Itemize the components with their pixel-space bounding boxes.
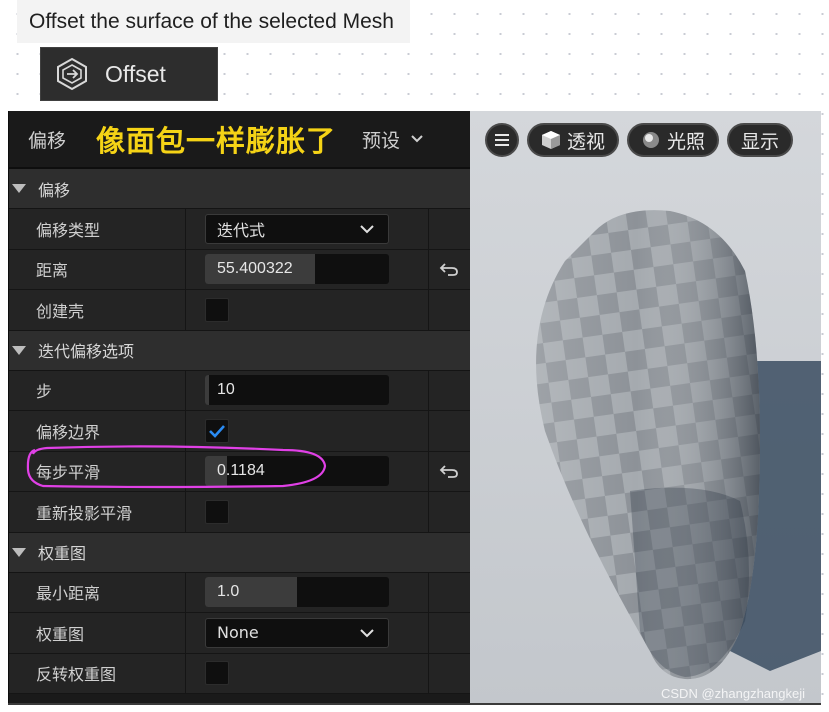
viewport-toolbar: 透视 光照 显示 <box>485 123 794 157</box>
section-weight-map[interactable]: 权重图 <box>9 532 470 573</box>
collapse-triangle-icon[interactable] <box>12 345 26 355</box>
dropdown-value: 迭代式 <box>217 220 266 240</box>
row-distance: 距离 55.400322 <box>9 249 470 290</box>
property-label: 偏移类型 <box>9 209 186 249</box>
section-label: 偏移 <box>38 180 71 200</box>
tooltip-text: Offset the surface of the selected Mesh <box>29 9 394 33</box>
reproject-smooth-checkbox[interactable] <box>205 499 229 524</box>
invert-weight-map-checkbox[interactable] <box>205 661 229 686</box>
viewport-menu-button[interactable] <box>485 123 519 157</box>
property-label: 距离 <box>9 249 186 289</box>
panel-header: 偏移 像面包一样膨胀了 预设 <box>9 111 470 169</box>
perspective-label: 透视 <box>567 130 606 153</box>
watermark: CSDN @zhangzhangkeji <box>661 686 805 701</box>
properties-panel: 偏移 像面包一样膨胀了 预设 偏移 偏移类型 迭代式 距离 55.400322 <box>8 111 470 704</box>
row-weight-map: 权重图 None <box>9 613 470 654</box>
row-create-shell: 创建壳 <box>9 290 470 331</box>
reset-arrow-icon[interactable] <box>439 261 459 277</box>
offset-tool-label: Offset <box>105 60 166 87</box>
checkmark-icon <box>209 424 225 438</box>
property-label: 重新投影平滑 <box>9 492 186 532</box>
chevron-down-icon[interactable] <box>410 132 424 146</box>
property-label: 权重图 <box>9 613 186 653</box>
offset-tool-icon <box>57 57 87 91</box>
row-reproject-smooth: 重新投影平滑 <box>9 492 470 533</box>
property-label: 偏移边界 <box>9 411 186 451</box>
hamburger-icon <box>495 134 509 146</box>
row-offset-type: 偏移类型 迭代式 <box>9 209 470 250</box>
input-value: 10 <box>217 381 235 399</box>
property-label: 反转权重图 <box>9 653 186 693</box>
input-value: 0.1184 <box>217 462 265 480</box>
collapse-triangle-icon[interactable] <box>12 184 26 193</box>
create-shell-checkbox[interactable] <box>205 297 229 322</box>
show-label: 显示 <box>741 130 780 153</box>
offset-type-dropdown[interactable]: 迭代式 <box>205 213 389 244</box>
chevron-down-icon <box>360 629 374 638</box>
property-label: 创建壳 <box>9 290 186 330</box>
viewport-scene <box>470 111 821 704</box>
row-min-distance: 最小距离 1.0 <box>9 572 470 613</box>
row-invert-weight-map: 反转权重图 <box>9 653 470 694</box>
lighting-button[interactable]: 光照 <box>627 123 720 157</box>
input-value: 55.400322 <box>217 260 293 278</box>
steps-input[interactable]: 10 <box>205 375 389 406</box>
tool-tooltip: Offset the surface of the selected Mesh <box>17 0 410 43</box>
perspective-button[interactable]: 透视 <box>527 123 620 157</box>
chevron-down-icon <box>360 225 374 234</box>
reset-arrow-icon[interactable] <box>439 463 459 479</box>
distance-input[interactable]: 55.400322 <box>205 254 389 285</box>
row-offset-boundaries: 偏移边界 <box>9 411 470 452</box>
dropdown-value: None <box>217 623 259 643</box>
property-label: 最小距离 <box>9 572 186 612</box>
sphere-icon <box>643 132 660 148</box>
property-label: 步 <box>9 370 186 410</box>
section-offset[interactable]: 偏移 <box>9 169 470 209</box>
cube-icon <box>542 131 560 149</box>
smooth-per-step-input[interactable]: 0.1184 <box>205 456 389 487</box>
lighting-label: 光照 <box>667 130 706 153</box>
row-steps: 步 10 <box>9 370 470 411</box>
weight-map-dropdown[interactable]: None <box>205 617 389 648</box>
property-label: 每步平滑 <box>9 451 186 491</box>
section-label: 迭代偏移选项 <box>38 342 135 361</box>
offset-boundaries-checkbox[interactable] <box>205 418 229 443</box>
offset-tool-button[interactable]: Offset <box>40 47 218 101</box>
annotation-text: 像面包一样膨胀了 <box>96 124 337 158</box>
section-iterative-options[interactable]: 迭代偏移选项 <box>9 330 470 371</box>
preset-dropdown[interactable]: 预设 <box>362 126 400 153</box>
panel-title: 偏移 <box>28 129 67 152</box>
input-value: 1.0 <box>217 583 240 601</box>
row-smooth-per-step: 每步平滑 0.1184 <box>9 444 470 492</box>
collapse-triangle-icon[interactable] <box>12 547 26 557</box>
show-button[interactable]: 显示 <box>727 123 794 157</box>
bottom-border <box>8 703 821 705</box>
3d-viewport[interactable]: 透视 光照 显示 CSDN @zhangzhangkeji <box>470 111 821 704</box>
section-label: 权重图 <box>38 544 87 563</box>
min-distance-input[interactable]: 1.0 <box>205 577 389 608</box>
